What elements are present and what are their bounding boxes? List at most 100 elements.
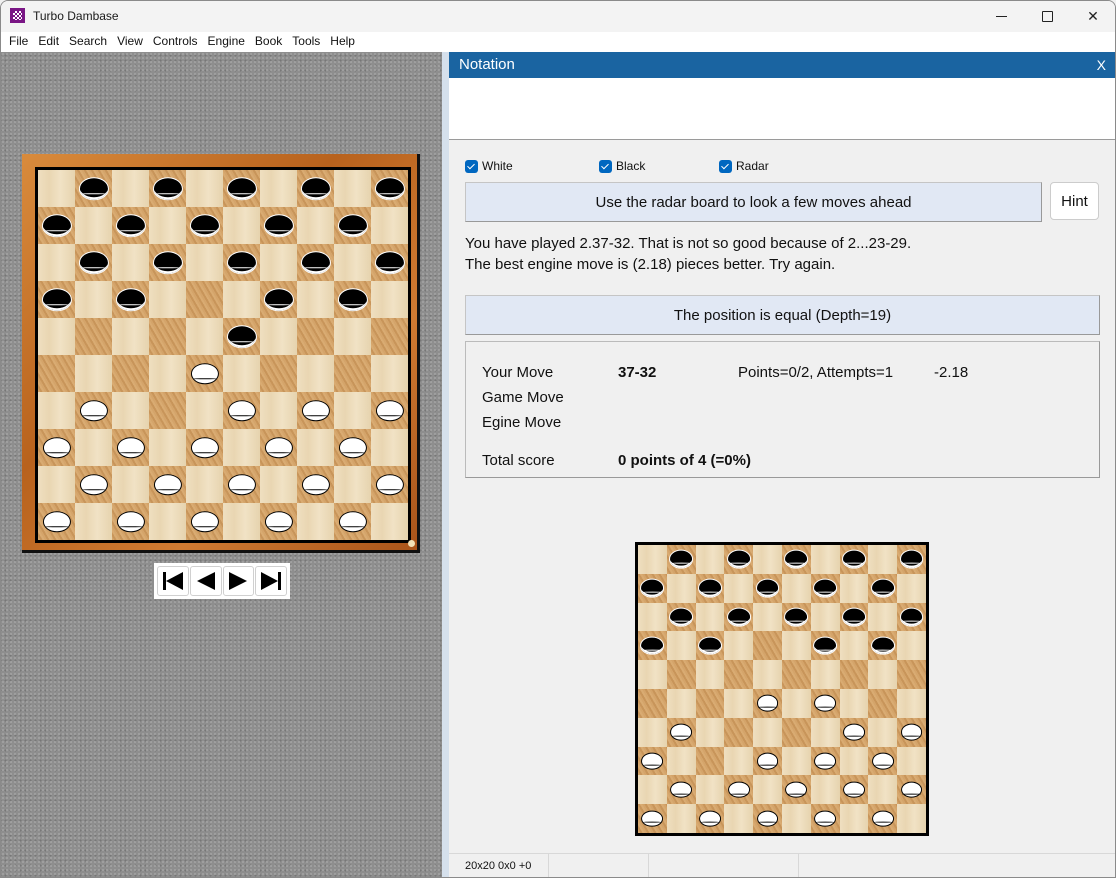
board-square-dark[interactable]	[753, 573, 782, 603]
board-square-dark[interactable]	[149, 244, 186, 281]
white-piece[interactable]	[79, 399, 108, 422]
white-piece[interactable]	[338, 510, 367, 533]
white-piece[interactable]	[871, 810, 894, 827]
black-piece[interactable]	[153, 251, 182, 274]
first-move-button[interactable]	[157, 566, 189, 596]
black-piece[interactable]	[843, 608, 865, 626]
white-piece[interactable]	[871, 752, 894, 770]
board-square-dark[interactable]	[149, 392, 186, 429]
board-square-dark[interactable]	[297, 244, 334, 281]
menu-engine[interactable]: Engine	[203, 32, 250, 52]
black-piece[interactable]	[42, 288, 71, 311]
board-square-dark[interactable]	[334, 503, 371, 540]
white-piece[interactable]	[190, 510, 219, 533]
black-piece[interactable]	[785, 551, 808, 568]
black-piece[interactable]	[699, 579, 721, 597]
board-square-dark[interactable]	[724, 545, 754, 574]
board-square-dark[interactable]	[75, 170, 112, 207]
board-square-dark[interactable]	[839, 602, 869, 632]
white-piece[interactable]	[900, 781, 923, 799]
black-piece[interactable]	[641, 637, 664, 655]
black-checkbox[interactable]: Black	[599, 159, 645, 173]
board-square-dark[interactable]	[260, 503, 297, 540]
board-square-dark[interactable]	[868, 804, 898, 833]
board-square-dark[interactable]	[810, 688, 840, 718]
board-square-dark[interactable]	[371, 318, 408, 355]
board-square-dark[interactable]	[781, 602, 811, 632]
board-square-dark[interactable]	[753, 688, 782, 718]
board-square-dark[interactable]	[112, 207, 149, 244]
maximize-button[interactable]	[1024, 1, 1070, 32]
board-square-dark[interactable]	[638, 688, 667, 718]
board-square-dark[interactable]	[75, 244, 112, 281]
board-square-dark[interactable]	[638, 573, 667, 603]
black-piece[interactable]	[756, 579, 779, 597]
board-square-dark[interactable]	[334, 355, 371, 392]
black-piece[interactable]	[338, 288, 367, 311]
menu-help[interactable]: Help	[325, 32, 360, 52]
black-piece[interactable]	[641, 579, 664, 597]
white-piece[interactable]	[227, 399, 256, 422]
board-square-dark[interactable]	[724, 660, 754, 689]
white-piece[interactable]	[264, 436, 293, 459]
board-square-dark[interactable]	[260, 429, 297, 466]
white-piece[interactable]	[42, 436, 71, 459]
board-square-dark[interactable]	[371, 466, 408, 503]
board-square-dark[interactable]	[186, 355, 223, 392]
board-square-dark[interactable]	[260, 281, 297, 318]
black-piece[interactable]	[871, 579, 894, 597]
white-checkbox[interactable]: White	[465, 159, 513, 173]
board-square-dark[interactable]	[297, 392, 334, 429]
board-square-dark[interactable]	[638, 631, 667, 661]
black-piece[interactable]	[670, 551, 693, 568]
board-square-dark[interactable]	[371, 392, 408, 429]
board-square-dark[interactable]	[897, 545, 926, 574]
black-piece[interactable]	[814, 579, 837, 597]
board-square-dark[interactable]	[38, 503, 75, 540]
board-square-dark[interactable]	[695, 688, 725, 718]
white-piece[interactable]	[756, 695, 779, 712]
white-piece[interactable]	[756, 810, 779, 827]
menu-search[interactable]: Search	[64, 32, 112, 52]
board-square-dark[interactable]	[223, 170, 260, 207]
board-square-dark[interactable]	[839, 545, 869, 574]
menu-file[interactable]: File	[4, 32, 33, 52]
board-square-dark[interactable]	[666, 717, 696, 747]
board-square-dark[interactable]	[223, 244, 260, 281]
notation-text-area[interactable]	[449, 78, 1115, 140]
board-square-dark[interactable]	[149, 170, 186, 207]
black-piece[interactable]	[227, 251, 256, 274]
board-square-dark[interactable]	[897, 660, 926, 689]
board-square-dark[interactable]	[112, 429, 149, 466]
board-square-dark[interactable]	[223, 392, 260, 429]
black-piece[interactable]	[79, 251, 108, 274]
black-piece[interactable]	[900, 551, 923, 568]
board-square-dark[interactable]	[724, 602, 754, 632]
last-move-button[interactable]	[255, 566, 287, 596]
board-square-dark[interactable]	[38, 429, 75, 466]
board-square-dark[interactable]	[297, 318, 334, 355]
menu-controls[interactable]: Controls	[148, 32, 203, 52]
board-square-dark[interactable]	[334, 429, 371, 466]
board-square-dark[interactable]	[638, 804, 667, 833]
black-piece[interactable]	[190, 214, 219, 237]
board-square-dark[interactable]	[781, 775, 811, 805]
black-piece[interactable]	[814, 637, 837, 655]
board-square-dark[interactable]	[666, 545, 696, 574]
board-square-dark[interactable]	[223, 318, 260, 355]
board-square-dark[interactable]	[724, 717, 754, 747]
white-piece[interactable]	[843, 723, 865, 741]
board-square-dark[interactable]	[75, 392, 112, 429]
menu-tools[interactable]: Tools	[287, 32, 325, 52]
board-square-dark[interactable]	[839, 660, 869, 689]
white-piece[interactable]	[79, 473, 108, 496]
white-piece[interactable]	[301, 399, 330, 422]
board-square-dark[interactable]	[868, 631, 898, 661]
board-square-dark[interactable]	[38, 281, 75, 318]
board-square-dark[interactable]	[186, 503, 223, 540]
board-square-dark[interactable]	[695, 631, 725, 661]
board-square-dark[interactable]	[260, 355, 297, 392]
black-piece[interactable]	[338, 214, 367, 237]
board-square-dark[interactable]	[868, 688, 898, 718]
white-piece[interactable]	[375, 473, 404, 496]
